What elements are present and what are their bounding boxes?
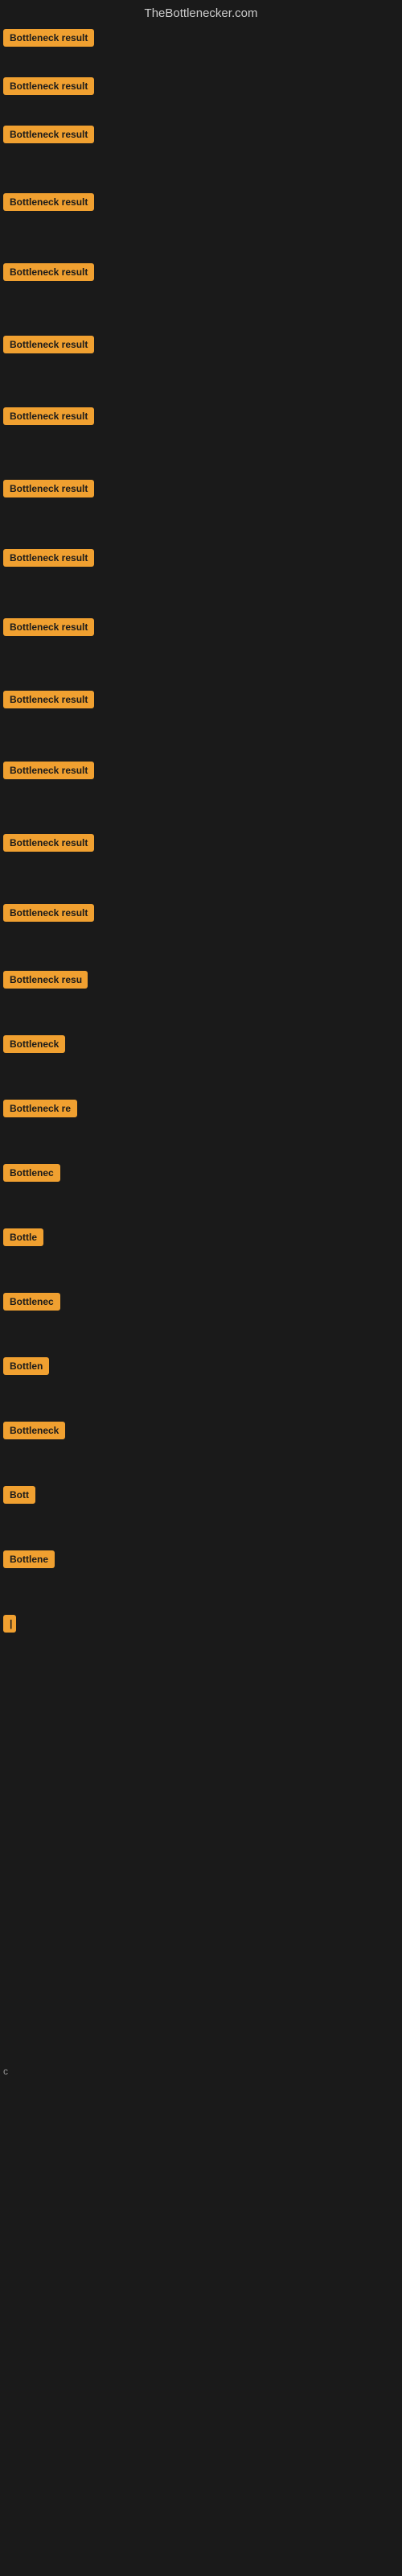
bottleneck-badge[interactable]: Bottleneck result — [3, 691, 94, 708]
bottleneck-item: Bottleneck result — [3, 126, 94, 147]
bottleneck-item: | — [3, 1615, 16, 1637]
bottleneck-badge[interactable]: Bottleneck result — [3, 549, 94, 567]
bottleneck-badge[interactable]: Bottleneck result — [3, 407, 94, 425]
bottleneck-item: Bottleneck result — [3, 263, 94, 285]
items-container: Bottleneck result Bottleneck result Bottle… — [0, 29, 402, 2444]
bottleneck-badge[interactable]: Bottlene — [3, 1550, 55, 1568]
bottleneck-item: Bott — [3, 1486, 35, 1508]
bottleneck-badge[interactable]: Bottlenec — [3, 1164, 60, 1182]
bottleneck-badge[interactable]: Bottleneck — [3, 1422, 65, 1439]
bottleneck-item: Bottlenec — [3, 1164, 60, 1186]
bottleneck-badge[interactable]: Bottleneck result — [3, 77, 94, 95]
bottleneck-badge[interactable]: Bottleneck result — [3, 762, 94, 779]
bottleneck-badge[interactable]: | — [3, 1615, 16, 1633]
bottleneck-badge[interactable]: Bottleneck re — [3, 1100, 77, 1117]
bottleneck-item: Bottleneck result — [3, 336, 94, 357]
bottleneck-badge[interactable]: Bottleneck result — [3, 834, 94, 852]
bottleneck-item: Bottleneck result — [3, 407, 94, 429]
bottleneck-item: Bottleneck result — [3, 549, 94, 571]
bottleneck-badge[interactable]: Bottleneck result — [3, 263, 94, 281]
bottleneck-badge[interactable]: Bottleneck resu — [3, 971, 88, 989]
bottleneck-badge[interactable]: Bottleneck — [3, 1035, 65, 1053]
bottleneck-item: Bottleneck result — [3, 618, 94, 640]
bottleneck-item: Bottleneck result — [3, 193, 94, 215]
small-c-label: c — [3, 2066, 8, 2077]
bottleneck-badge[interactable]: Bottle — [3, 1228, 43, 1246]
bottleneck-item: Bottleneck resu — [3, 971, 88, 993]
bottleneck-badge[interactable]: Bottlen — [3, 1357, 49, 1375]
bottleneck-item: Bottleneck result — [3, 834, 94, 856]
bottleneck-badge[interactable]: Bottleneck result — [3, 126, 94, 143]
bottleneck-item: Bottleneck result — [3, 762, 94, 783]
bottleneck-badge[interactable]: Bottleneck result — [3, 618, 94, 636]
bottleneck-item: Bottleneck re — [3, 1100, 77, 1121]
bottleneck-item: Bottleneck result — [3, 29, 94, 51]
bottleneck-item: Bottlene — [3, 1550, 55, 1572]
bottleneck-item: Bottleneck result — [3, 480, 94, 502]
bottleneck-item: Bottleneck — [3, 1422, 65, 1443]
bottleneck-item: Bottlen — [3, 1357, 49, 1379]
bottleneck-item: Bottle — [3, 1228, 43, 1250]
site-title: TheBottlenecker.com — [145, 6, 258, 20]
bottleneck-badge[interactable]: Bottleneck result — [3, 193, 94, 211]
bottleneck-badge[interactable]: Bott — [3, 1486, 35, 1504]
site-title-container: TheBottlenecker.com — [0, 0, 402, 29]
bottleneck-item: Bottleneck result — [3, 691, 94, 712]
bottleneck-item: Bottlenec — [3, 1293, 60, 1315]
bottleneck-item: Bottleneck result — [3, 904, 94, 926]
bottleneck-badge[interactable]: Bottleneck result — [3, 480, 94, 497]
bottleneck-badge[interactable]: Bottleneck result — [3, 904, 94, 922]
bottleneck-item: Bottleneck — [3, 1035, 65, 1057]
bottleneck-item: Bottleneck result — [3, 77, 94, 99]
bottleneck-badge[interactable]: Bottleneck result — [3, 336, 94, 353]
bottleneck-badge[interactable]: Bottlenec — [3, 1293, 60, 1311]
bottleneck-badge[interactable]: Bottleneck result — [3, 29, 94, 47]
